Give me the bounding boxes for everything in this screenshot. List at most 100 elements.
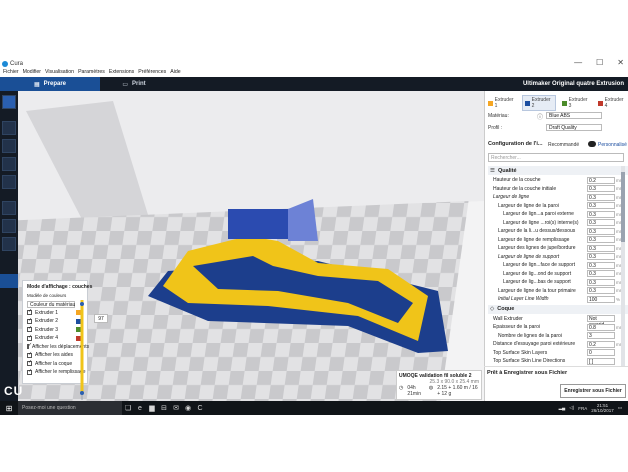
setting-row[interactable]: Wall Extruder Not overrid...: [488, 315, 628, 328]
setting-row[interactable]: Largeur de ligne de la tour primaire 0.3 m…: [488, 287, 628, 296]
clock[interactable]: 21:51 26/10/2017: [591, 403, 614, 413]
layer-slider[interactable]: [80, 300, 84, 400]
setting-value-input[interactable]: 0.3: [587, 227, 615, 235]
setting-value-input[interactable]: 0.3: [587, 210, 615, 218]
layer-item-extruder-3[interactable]: Extruder 3: [23, 325, 87, 335]
tab-extruder-2[interactable]: Extruder 2: [522, 95, 556, 111]
setting-value-input[interactable]: 0.3: [587, 244, 615, 252]
setting-value-input[interactable]: [ ]: [587, 357, 615, 365]
setting-value-input[interactable]: 0.3: [587, 219, 615, 227]
checkbox[interactable]: [27, 359, 32, 367]
mode-toggle[interactable]: [588, 141, 596, 147]
show-shell[interactable]: Afficher la coque: [23, 359, 87, 369]
setting-row[interactable]: Largeur de la li...u dessus/dessous 0.3 mm: [488, 227, 628, 236]
show-infill[interactable]: Afficher le remplissage: [23, 368, 87, 377]
setting-value-input[interactable]: 0.8: [587, 323, 615, 331]
per-model-settings-icon[interactable]: [2, 201, 16, 215]
tab-prepare[interactable]: ▦ Prepare: [0, 77, 100, 91]
setting-value-input[interactable]: 0.3: [587, 270, 615, 278]
settings-search-input[interactable]: Rechercher...: [488, 153, 624, 162]
setting-value-input[interactable]: 3: [587, 332, 615, 340]
store-icon[interactable]: ⊟: [158, 401, 170, 415]
save-to-file-button[interactable]: Enregistrer sous Fichier: [560, 384, 626, 398]
setting-value-input[interactable]: 0.3: [587, 261, 615, 269]
setting-value-input[interactable]: 0.3: [587, 236, 615, 244]
checkbox[interactable]: [27, 334, 32, 341]
setting-row[interactable]: Épaisseur de la paroi 0.8 mm: [488, 323, 628, 332]
setting-row[interactable]: Top Surface Skin Layers 0: [488, 349, 628, 358]
menu-view[interactable]: Visualisation: [45, 69, 74, 77]
layer-item-extruder-4[interactable]: Extruder 4: [23, 334, 87, 343]
tab-print[interactable]: ▭ Print: [104, 77, 164, 91]
setting-row[interactable]: Largeur de ligne 0.3 mm: [488, 193, 628, 202]
setting-row[interactable]: Largeur de ligne de la paroi 0.3 mm: [488, 202, 628, 211]
notifications-icon[interactable]: ▭: [618, 405, 622, 411]
mail-icon[interactable]: ✉: [170, 401, 182, 415]
cura-taskbar-icon[interactable]: C: [194, 401, 206, 415]
show-helpers[interactable]: Afficher les aides: [23, 351, 87, 360]
layer-number-field[interactable]: 97: [94, 314, 108, 323]
setting-value-input[interactable]: Not overrid...: [587, 315, 615, 328]
setting-row[interactable]: Hauteur de la couche initiale 0.3 mm: [488, 185, 628, 194]
checkbox[interactable]: [27, 351, 32, 358]
setting-row[interactable]: Hauteur de la couche 0.2 mm: [488, 176, 628, 185]
checkbox[interactable]: [27, 342, 32, 350]
open-file-icon[interactable]: [2, 95, 16, 109]
setting-row[interactable]: Nombre de lignes de la paroi 3: [488, 332, 628, 341]
layer-item-extruder-2[interactable]: Extruder 2: [23, 317, 87, 326]
extruder-assign-icon[interactable]: [2, 237, 16, 251]
mirror-tool-icon[interactable]: [2, 175, 16, 189]
setting-row[interactable]: Initial Layer Line Width 100%: [488, 295, 628, 304]
edge-icon[interactable]: e: [134, 401, 146, 415]
section-shell[interactable]: ◇ Coque: [488, 304, 628, 314]
scrollbar-thumb[interactable]: [621, 172, 625, 242]
setting-value-input[interactable]: 0.3: [587, 253, 615, 261]
task-view-icon[interactable]: ❏: [122, 401, 134, 415]
setting-value-input[interactable]: 0.3: [587, 202, 615, 210]
mode-custom[interactable]: Personnalisé: [598, 142, 627, 148]
printer-selector[interactable]: Ultimaker Original quatre Extrusion: [523, 81, 624, 87]
menu-help[interactable]: Aide: [170, 69, 180, 77]
setting-value-input[interactable]: 0.2: [587, 340, 615, 348]
windows-start-icon[interactable]: ⊞: [0, 401, 18, 415]
setting-row[interactable]: Largeur de lig...bas de support 0.3 mm: [488, 278, 628, 287]
setting-value-input[interactable]: 0.2: [587, 176, 615, 184]
material-dropdown[interactable]: Blue ABS: [546, 112, 602, 119]
setting-row[interactable]: Largeur de lign...a paroi externe 0.3 mm: [488, 210, 628, 219]
color-scheme-dropdown[interactable]: Couleur du matériau: [27, 300, 75, 308]
tab-extruder-1[interactable]: Extruder 1: [486, 95, 518, 111]
setting-row[interactable]: Largeur des lignes de jupe/bordure 0.3 mm: [488, 244, 628, 253]
view-mode-eye-icon[interactable]: [0, 274, 18, 288]
support-blocker-icon[interactable]: [2, 219, 16, 233]
setting-value-input[interactable]: 0.3: [587, 185, 615, 193]
menu-file[interactable]: Fichier: [3, 69, 19, 77]
volume-icon[interactable]: ◁): [569, 405, 574, 411]
menu-edit[interactable]: Modifier: [23, 69, 41, 77]
setting-value-input[interactable]: 0.3: [587, 278, 615, 286]
app-icon[interactable]: ◉: [182, 401, 194, 415]
setting-value-input[interactable]: 0.3: [587, 193, 615, 201]
language-indicator[interactable]: FRA: [578, 406, 587, 411]
setting-value-input[interactable]: 100: [587, 295, 615, 303]
tab-extruder-3[interactable]: Extruder 3: [560, 95, 592, 111]
setting-row[interactable]: Largeur de ligne de support 0.3 mm: [488, 253, 628, 262]
profile-dropdown[interactable]: Draft Quality: [546, 124, 602, 131]
setting-row[interactable]: Largeur de lig...ond de support 0.3 mm: [488, 270, 628, 279]
tab-extruder-4[interactable]: Extruder 4: [596, 95, 628, 111]
menu-preferences[interactable]: Préférences: [138, 69, 166, 77]
checkbox[interactable]: [27, 317, 32, 324]
setting-value-input[interactable]: 0: [587, 349, 615, 357]
section-quality[interactable]: ☰ Qualité: [488, 166, 628, 175]
mode-recommended[interactable]: Recommandé: [548, 142, 579, 148]
checkbox[interactable]: [27, 368, 32, 375]
setting-row[interactable]: Distance d'essuyage paroi extérieure 0.2 m…: [488, 340, 628, 349]
move-tool-icon[interactable]: [2, 121, 16, 135]
show-travels[interactable]: Afficher les déplacements: [23, 342, 89, 352]
setting-row[interactable]: Top Surface Skin Line Directions [ ]: [488, 357, 628, 366]
menu-settings[interactable]: Paramètres: [78, 69, 105, 77]
checkbox[interactable]: [27, 308, 32, 316]
explorer-icon[interactable]: ▆: [146, 401, 158, 415]
close-button[interactable]: ✕: [617, 58, 624, 67]
maximize-button[interactable]: ☐: [596, 58, 603, 67]
setting-row[interactable]: Largeur de lign...face de support 0.3 mm: [488, 261, 628, 270]
